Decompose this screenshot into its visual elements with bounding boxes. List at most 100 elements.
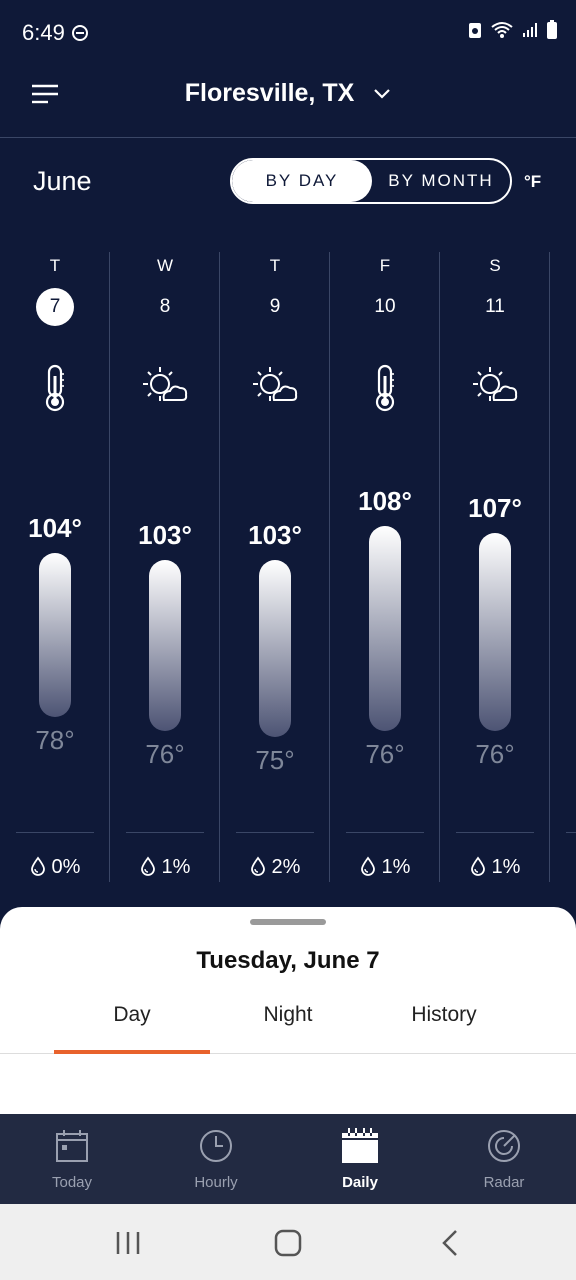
precip-chance: 1% (440, 856, 550, 879)
day-of-week: W (156, 256, 174, 275)
column-separator (329, 252, 330, 882)
day-column[interactable]: T 9 103° 75° 2% (220, 252, 330, 882)
day-column[interactable]: F 10 108° 76° 1% (330, 252, 440, 882)
active-tab-indicator (54, 1050, 210, 1054)
nav-today-label: Today (51, 1174, 93, 1191)
precip-divider (236, 832, 314, 833)
temp-range-bar (369, 525, 401, 731)
column-separator (219, 252, 220, 882)
precip-chance: 1% (110, 856, 220, 879)
do-not-disturb-icon (72, 25, 88, 41)
tab-history[interactable]: History (366, 1003, 522, 1027)
partly-cloudy-icon (250, 362, 300, 412)
precip-chance: 1% (330, 856, 440, 879)
status-time: 6:49 (22, 20, 65, 45)
sheet-title: Tuesday, June 7 (196, 947, 380, 974)
precip-value: 1% (491, 856, 521, 878)
unit-toggle[interactable]: °F (524, 172, 541, 192)
high-temp: 104° (28, 513, 82, 544)
low-temp: 76° (145, 738, 185, 769)
nav-today[interactable]: Today (0, 1114, 144, 1204)
back-icon[interactable] (430, 1226, 470, 1260)
location-name: Floresville, TX (184, 78, 355, 107)
nav-hourly-label: Hourly (194, 1174, 238, 1191)
temp-range-bar (259, 560, 291, 738)
nav-radar[interactable]: Radar (432, 1114, 576, 1204)
day-of-week: F (379, 256, 391, 275)
day-of-week: S (489, 256, 501, 275)
thermometer-icon (30, 362, 80, 412)
partly-cloudy-icon (470, 362, 520, 412)
day-detail-sheet: Tuesday, June 7 Day Night History (0, 907, 576, 1114)
system-nav-bar (0, 1204, 576, 1280)
temp-range-bar (479, 532, 511, 731)
calendar-today-icon (56, 1130, 88, 1162)
precip-chance: 0% (0, 856, 110, 879)
precip-divider (16, 832, 94, 833)
tab-day[interactable]: Day (54, 1003, 210, 1027)
daily-forecast: T 7 104° 78° 0% W 8 103° 76° 1% T 9 103° 75° 2% F 10 108°… (0, 252, 576, 882)
precip-value: 1% (381, 856, 411, 878)
column-separator (439, 252, 440, 882)
raindrop-icon (470, 856, 485, 876)
radar-icon (488, 1130, 520, 1162)
partly-cloudy-icon (140, 362, 190, 412)
precip-value: 2% (271, 856, 301, 878)
day-of-week: T (49, 256, 61, 275)
view-toggle: BY DAY BY MONTH (230, 158, 512, 204)
temp-range-bar (149, 560, 181, 731)
nav-daily[interactable]: Daily (288, 1114, 432, 1204)
precip-value: 0% (51, 856, 81, 878)
precip-divider (346, 832, 424, 833)
column-separator (109, 252, 110, 882)
status-icons (468, 20, 558, 40)
low-temp: 78° (35, 724, 75, 755)
status-bar: 6:49 (0, 0, 576, 64)
by-month-button[interactable]: BY MONTH (372, 160, 510, 202)
recents-icon[interactable] (108, 1226, 148, 1260)
high-temp: 103° (248, 520, 302, 551)
battery-icon (547, 20, 557, 39)
precip-divider (456, 832, 534, 833)
high-temp: 107° (468, 492, 522, 523)
low-temp: 76° (475, 738, 515, 769)
precip-divider (126, 832, 204, 833)
signal-icon (523, 23, 537, 37)
day-date: 10 (374, 296, 396, 317)
home-icon[interactable] (268, 1226, 308, 1260)
precip-value: 1% (161, 856, 191, 878)
day-date: 7 (36, 288, 74, 326)
precip-chance: 2% (220, 856, 330, 879)
clock-icon (200, 1130, 232, 1162)
thermometer-icon (360, 362, 410, 412)
temp-range-bar (39, 553, 71, 717)
sheet-handle[interactable] (250, 919, 326, 925)
day-of-week: T (269, 256, 281, 275)
low-temp: 76° (365, 738, 405, 769)
tab-night[interactable]: Night (210, 1003, 366, 1027)
high-temp: 108° (358, 485, 412, 516)
day-date: 8 (159, 296, 171, 317)
day-column[interactable]: T 7 104° 78° 0% (0, 252, 110, 882)
low-temp: 75° (255, 745, 295, 776)
high-temp: 103° (138, 520, 192, 551)
by-day-button[interactable]: BY DAY (232, 160, 372, 202)
location-selector[interactable]: Floresville, TX (0, 78, 576, 108)
nav-hourly[interactable]: Hourly (144, 1114, 288, 1204)
precip-divider (566, 832, 576, 833)
raindrop-icon (360, 856, 375, 876)
day-column[interactable]: W 8 103° 76° 1% (110, 252, 220, 882)
recycle-icon (469, 23, 481, 38)
day-date: 9 (269, 296, 281, 317)
view-controls: June BY DAY BY MONTH °F (0, 138, 576, 228)
column-separator (549, 252, 550, 882)
nav-daily-label: Daily (342, 1174, 378, 1191)
raindrop-icon (140, 856, 155, 876)
app-header: Floresville, TX (0, 64, 576, 138)
nav-radar-label: Radar (483, 1174, 525, 1191)
day-column[interactable]: S 11 107° 76° 1% (440, 252, 550, 882)
bottom-nav: Today Hourly Daily Radar (0, 1114, 576, 1204)
wifi-icon (491, 22, 513, 38)
day-date: 11 (485, 296, 505, 317)
raindrop-icon (250, 856, 265, 876)
